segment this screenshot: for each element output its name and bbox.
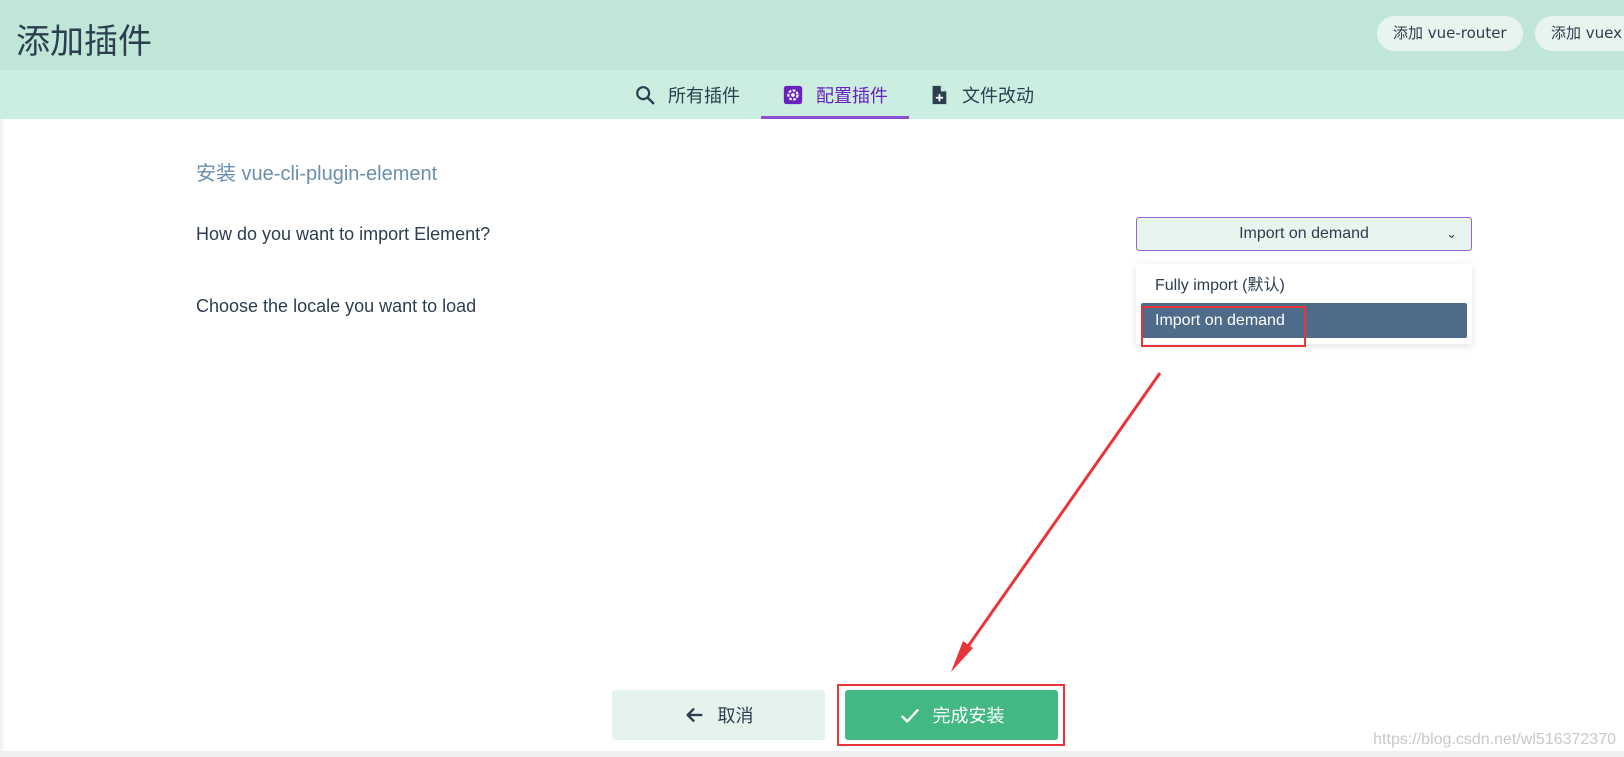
select-value: Import on demand [1239, 225, 1369, 242]
annotation-highlight-finish [837, 684, 1065, 746]
import-select[interactable]: Import on demand ⌄ [1136, 217, 1472, 251]
file-add-icon [932, 85, 947, 104]
tab-label: 所有插件 [668, 85, 740, 107]
tab-configure-plugin[interactable]: 配置插件 [761, 70, 909, 119]
tab-file-changes[interactable]: 文件改动 [928, 70, 1034, 119]
tab-label: 配置插件 [816, 85, 888, 107]
locale-question-label: Choose the locale you want to load [196, 296, 477, 316]
active-tab-indicator [761, 116, 909, 119]
settings-icon [783, 85, 803, 104]
cancel-label: 取消 [717, 706, 754, 727]
page-title: 添加插件 [16, 22, 152, 62]
annotation-highlight-option [1141, 306, 1306, 347]
search-icon [636, 85, 655, 104]
tab-label: 文件改动 [962, 85, 1034, 107]
option-fully-import[interactable]: Fully import (默认) [1141, 268, 1467, 303]
section-title: 安装 vue-cli-plugin-element [196, 163, 438, 185]
add-vuex-button[interactable]: 添加 vuex [1535, 16, 1624, 51]
arrow-left-icon [685, 707, 702, 723]
bottom-shade [0, 751, 1624, 757]
cancel-button[interactable]: 取消 [612, 690, 825, 740]
page-header: 添加插件 添加 vue-router 添加 vuex [0, 0, 1624, 70]
tab-bar: 所有插件 配置插件 文件改动 [0, 70, 1624, 119]
left-edge-shade [0, 119, 6, 757]
tab-all-plugins[interactable]: 所有插件 [634, 70, 740, 119]
watermark: https://blog.csdn.net/wl516372370 [1373, 731, 1616, 748]
add-vue-router-button[interactable]: 添加 vue-router [1377, 16, 1523, 51]
chevron-down-icon: ⌄ [1446, 226, 1457, 241]
import-question-label: How do you want to import Element? [196, 224, 491, 244]
